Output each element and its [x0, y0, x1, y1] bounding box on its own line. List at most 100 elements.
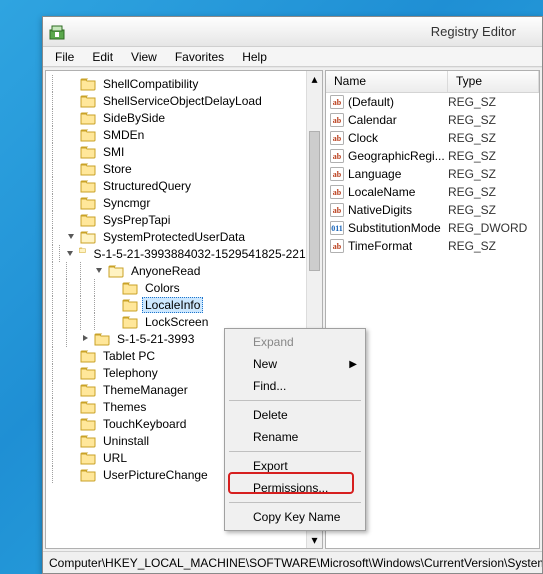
expander-icon[interactable]: [66, 231, 77, 242]
expander-icon[interactable]: [66, 435, 77, 446]
folder-icon: [80, 94, 96, 108]
tree-node[interactable]: Store: [46, 160, 322, 177]
list-row[interactable]: 011SubstitutionModeREG_DWORD: [326, 219, 539, 237]
list-row[interactable]: abTimeFormatREG_SZ: [326, 237, 539, 255]
folder-icon: [94, 332, 110, 346]
tree-node[interactable]: Colors: [46, 279, 322, 296]
tree-node[interactable]: SystemProtectedUserData: [46, 228, 322, 245]
value-type: REG_SZ: [448, 239, 496, 253]
value-name: NativeDigits: [348, 203, 412, 217]
ctx-expand[interactable]: Expand: [227, 331, 363, 353]
expander-icon[interactable]: [66, 384, 77, 395]
expander-icon[interactable]: [66, 350, 77, 361]
svg-text:011: 011: [331, 224, 343, 233]
tree-node-label: TouchKeyboard: [100, 416, 189, 432]
value-icon: ab: [330, 95, 344, 109]
list-row[interactable]: abLanguageREG_SZ: [326, 165, 539, 183]
ctx-delete[interactable]: Delete: [227, 404, 363, 426]
expander-icon[interactable]: [108, 316, 119, 327]
expander-icon[interactable]: [66, 163, 77, 174]
scroll-up-button[interactable]: ▴: [307, 71, 322, 87]
expander-icon[interactable]: [66, 112, 77, 123]
tree-node-label: URL: [100, 450, 130, 466]
separator: [229, 502, 361, 503]
expander-icon[interactable]: [66, 78, 77, 89]
ctx-export[interactable]: Export: [227, 455, 363, 477]
menu-favorites[interactable]: Favorites: [167, 48, 232, 66]
scroll-down-button[interactable]: ▾: [307, 532, 322, 548]
column-type[interactable]: Type: [448, 71, 539, 92]
list-row[interactable]: abGeographicRegi...REG_SZ: [326, 147, 539, 165]
tree-node-label: Store: [100, 161, 135, 177]
expander-icon[interactable]: [66, 180, 77, 191]
tree-node[interactable]: S-1-5-21-3993884032-1529541825-22126: [46, 245, 322, 262]
folder-icon: [80, 400, 96, 414]
list-row[interactable]: abCalendarREG_SZ: [326, 111, 539, 129]
tree-node[interactable]: SysPrepTapi: [46, 211, 322, 228]
menu-view[interactable]: View: [123, 48, 165, 66]
tree-node[interactable]: StructuredQuery: [46, 177, 322, 194]
expander-icon[interactable]: [66, 146, 77, 157]
context-menu: Expand New▶ Find... Delete Rename Export…: [224, 328, 366, 531]
tree-node[interactable]: ShellCompatibility: [46, 75, 322, 92]
menu-file[interactable]: File: [47, 48, 82, 66]
ctx-new[interactable]: New▶: [227, 353, 363, 375]
tree-node[interactable]: SideBySide: [46, 109, 322, 126]
tree-node-label: Colors: [142, 280, 183, 296]
statusbar: Computer\HKEY_LOCAL_MACHINE\SOFTWARE\Mic…: [43, 551, 542, 573]
tree-node-label: UserPictureChange: [100, 467, 211, 483]
tree-node[interactable]: AnyoneRead: [46, 262, 322, 279]
folder-icon: [80, 468, 96, 482]
folder-icon: [122, 298, 138, 312]
ctx-permissions[interactable]: Permissions...: [227, 477, 363, 499]
expander-icon[interactable]: [66, 214, 77, 225]
menu-help[interactable]: Help: [234, 48, 275, 66]
tree-node-label: Uninstall: [100, 433, 152, 449]
list-row[interactable]: abNativeDigitsREG_SZ: [326, 201, 539, 219]
ctx-find[interactable]: Find...: [227, 375, 363, 397]
list-row[interactable]: abLocaleNameREG_SZ: [326, 183, 539, 201]
expander-icon[interactable]: [66, 418, 77, 429]
expander-icon[interactable]: [66, 129, 77, 140]
svg-text:ab: ab: [333, 188, 342, 197]
value-name: SubstitutionMode: [348, 221, 441, 235]
tree-node[interactable]: SMDEn: [46, 126, 322, 143]
folder-icon: [80, 230, 96, 244]
expander-icon[interactable]: [66, 401, 77, 412]
expander-icon[interactable]: [66, 367, 77, 378]
expander-icon[interactable]: [66, 197, 77, 208]
folder-icon: [80, 162, 96, 176]
expander-icon[interactable]: [66, 95, 77, 106]
svg-text:ab: ab: [333, 116, 342, 125]
list-row[interactable]: ab(Default)REG_SZ: [326, 93, 539, 111]
tree-node[interactable]: Syncmgr: [46, 194, 322, 211]
expander-icon[interactable]: [66, 469, 77, 480]
value-icon: ab: [330, 167, 344, 181]
expander-icon[interactable]: [108, 282, 119, 293]
folder-icon: [80, 128, 96, 142]
folder-icon: [80, 179, 96, 193]
value-type: REG_SZ: [448, 149, 496, 163]
expander-icon[interactable]: [80, 333, 91, 344]
menu-edit[interactable]: Edit: [84, 48, 121, 66]
expander-icon[interactable]: [65, 248, 76, 259]
tree-node[interactable]: ShellServiceObjectDelayLoad: [46, 92, 322, 109]
titlebar[interactable]: Registry Editor: [43, 17, 542, 47]
expander-icon[interactable]: [66, 452, 77, 463]
value-name: Clock: [348, 131, 378, 145]
list-row[interactable]: abClockREG_SZ: [326, 129, 539, 147]
folder-icon: [80, 349, 96, 363]
scroll-thumb[interactable]: [309, 131, 320, 271]
folder-icon: [80, 434, 96, 448]
value-icon: ab: [330, 113, 344, 127]
value-type: REG_SZ: [448, 131, 496, 145]
tree-node-label: LocaleInfo: [142, 297, 203, 313]
expander-icon[interactable]: [94, 265, 105, 276]
folder-icon: [80, 111, 96, 125]
tree-node[interactable]: LocaleInfo: [46, 296, 322, 313]
tree-node[interactable]: SMI: [46, 143, 322, 160]
column-name[interactable]: Name: [326, 71, 448, 92]
ctx-copy-key-name[interactable]: Copy Key Name: [227, 506, 363, 528]
expander-icon[interactable]: [108, 299, 119, 310]
ctx-rename[interactable]: Rename: [227, 426, 363, 448]
